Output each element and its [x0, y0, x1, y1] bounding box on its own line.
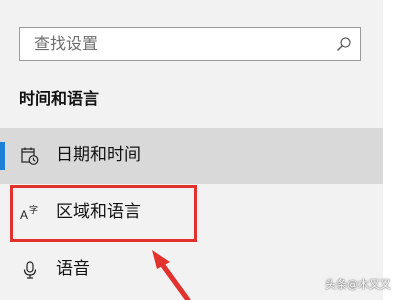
search-input[interactable]: 查找设置: [19, 27, 361, 61]
sidebar-item-region-language[interactable]: A 字 区域和语言: [0, 185, 383, 241]
sidebar-item-date-time[interactable]: 日期和时间: [0, 128, 383, 184]
search-icon[interactable]: [336, 36, 352, 52]
selected-indicator: [0, 142, 5, 170]
settings-window: 查找设置 时间和语言 日期和时间 A 字 区域和语言 语音 头条@木又又: [0, 0, 400, 300]
watermark: 头条@木又又: [325, 278, 391, 291]
section-title: 时间和语言: [19, 89, 100, 108]
svg-text:字: 字: [29, 204, 38, 216]
scrollbar-area[interactable]: [383, 0, 400, 300]
svg-text:A: A: [20, 208, 28, 222]
microphone-icon: [23, 261, 37, 279]
language-icon: A 字: [20, 204, 38, 222]
calendar-clock-icon: [21, 147, 39, 165]
settings-sidebar: 查找设置 时间和语言 日期和时间 A 字 区域和语言 语音: [0, 0, 383, 300]
sidebar-item-label: 日期和时间: [56, 145, 141, 165]
search-placeholder: 查找设置: [34, 34, 99, 53]
sidebar-item-label: 区域和语言: [56, 202, 141, 222]
sidebar-item-label: 语音: [56, 259, 90, 279]
